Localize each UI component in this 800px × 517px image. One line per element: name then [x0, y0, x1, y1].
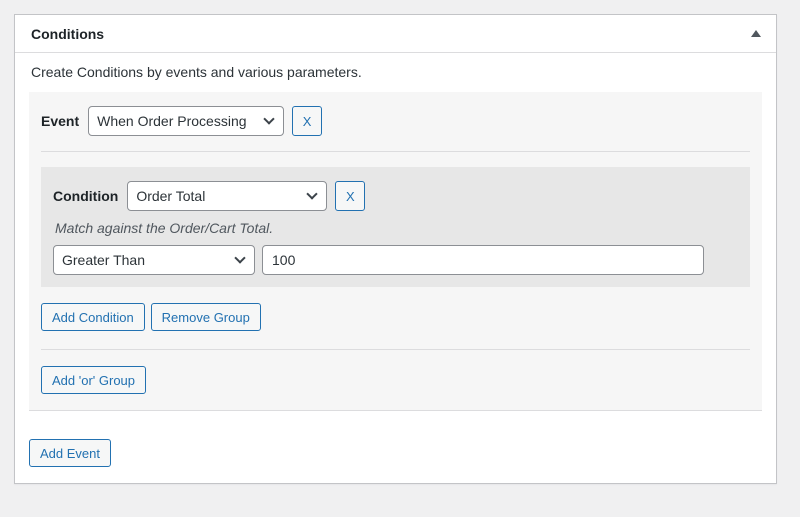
add-condition-button[interactable]: Add Condition	[41, 303, 145, 331]
triangle-up-icon	[751, 30, 761, 37]
operator-select-wrap: Greater Than	[53, 245, 255, 275]
separator	[41, 349, 750, 350]
collapse-toggle-button[interactable]	[738, 16, 774, 52]
conditions-panel: Conditions Create Conditions by events a…	[14, 14, 777, 484]
condition-row: Condition Order Total X	[53, 181, 738, 211]
condition-select-wrap: Order Total	[127, 181, 328, 211]
event-block: Event When Order Processing X Condition …	[29, 92, 762, 411]
condition-help-text: Match against the Order/Cart Total.	[55, 220, 274, 236]
add-event-button[interactable]: Add Event	[29, 439, 111, 467]
separator	[41, 151, 750, 152]
condition-value-input[interactable]	[262, 245, 704, 275]
condition-group: Condition Order Total X Match against th…	[41, 167, 750, 287]
condition-actions-row: Add Condition Remove Group	[41, 303, 750, 331]
condition-value-row: Greater Than	[53, 245, 738, 275]
event-select-wrap: When Order Processing	[88, 106, 285, 136]
condition-label: Condition	[53, 188, 119, 204]
operator-select[interactable]: Greater Than	[53, 245, 255, 275]
add-or-group-button[interactable]: Add 'or' Group	[41, 366, 147, 394]
condition-select[interactable]: Order Total	[127, 181, 328, 211]
event-select[interactable]: When Order Processing	[88, 106, 285, 136]
panel-body: Create Conditions by events and various …	[15, 64, 776, 483]
panel-header: Conditions	[15, 15, 776, 53]
remove-condition-button[interactable]: X	[335, 181, 366, 211]
panel-description: Create Conditions by events and various …	[31, 64, 362, 80]
panel-title: Conditions	[31, 25, 105, 42]
event-label: Event	[41, 113, 80, 129]
remove-event-button[interactable]: X	[292, 106, 323, 136]
event-row: Event When Order Processing X	[41, 106, 750, 136]
remove-group-button[interactable]: Remove Group	[150, 303, 261, 331]
